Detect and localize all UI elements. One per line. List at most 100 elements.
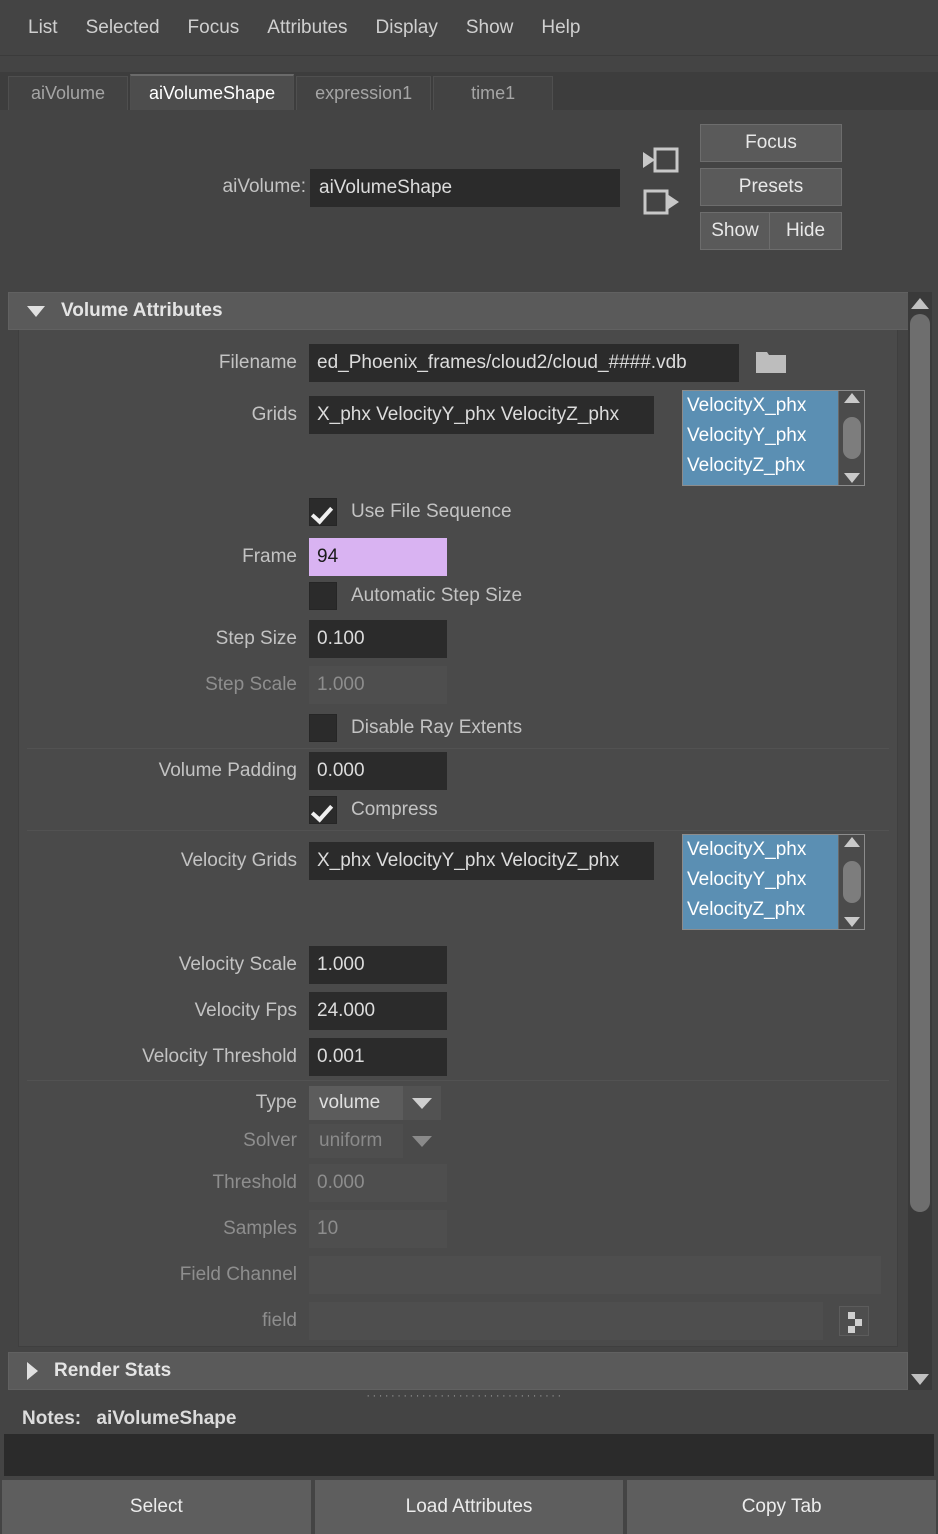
- step-scale-row: Step Scale: [19, 666, 447, 704]
- field-input: [309, 1302, 823, 1340]
- frame-input[interactable]: [309, 538, 447, 576]
- menu-item-selected[interactable]: Selected: [72, 13, 174, 43]
- solver-row: Solver uniform: [19, 1124, 441, 1158]
- step-size-input[interactable]: [309, 620, 447, 658]
- velocity-scale-input[interactable]: [309, 946, 447, 984]
- divider: [27, 748, 889, 749]
- velocity-grids-listbox[interactable]: VelocityX_phx VelocityY_phx VelocityZ_ph…: [682, 834, 865, 930]
- velocity-grids-input[interactable]: [309, 842, 654, 880]
- menu-item-focus[interactable]: Focus: [174, 13, 254, 43]
- threshold-row: Threshold: [19, 1164, 447, 1202]
- notes-label-text: Notes:: [22, 1408, 82, 1429]
- chevron-down-icon[interactable]: [403, 1086, 441, 1120]
- panel-splitter-handle[interactable]: ································: [305, 1392, 625, 1400]
- focus-button[interactable]: Focus: [700, 124, 842, 162]
- volume-padding-label: Volume Padding: [158, 760, 297, 781]
- tab-aivolume[interactable]: aiVolume: [8, 76, 128, 110]
- scroll-thumb[interactable]: [842, 417, 861, 459]
- scroll-down-icon[interactable]: [843, 473, 860, 483]
- copy-tab-button[interactable]: Copy Tab: [627, 1480, 937, 1534]
- menu-item-display[interactable]: Display: [362, 13, 452, 43]
- list-item[interactable]: VelocityY_phx: [683, 421, 838, 451]
- velocity-grids-list-scrollbar[interactable]: [838, 835, 864, 929]
- scroll-down-icon[interactable]: [908, 1368, 932, 1390]
- scroll-down-icon[interactable]: [843, 917, 860, 927]
- field-channel-row: Field Channel: [19, 1256, 881, 1294]
- field-channel-input: [309, 1256, 881, 1294]
- load-attributes-button[interactable]: Load Attributes: [314, 1480, 624, 1534]
- presets-button[interactable]: Presets: [700, 168, 842, 206]
- list-item[interactable]: VelocityX_phx: [683, 835, 838, 865]
- velocity-scale-row: Velocity Scale: [19, 946, 447, 984]
- show-button[interactable]: Show: [700, 212, 770, 250]
- tab-aivolumeshape[interactable]: aiVolumeShape: [130, 74, 295, 110]
- select-button[interactable]: Select: [2, 1480, 311, 1534]
- scrollbar-track[interactable]: [908, 314, 932, 1368]
- list-item[interactable]: VelocityX_phx: [683, 391, 838, 421]
- automatic-step-size-checkbox[interactable]: [309, 582, 337, 610]
- list-item[interactable]: VelocityZ_phx: [683, 895, 838, 925]
- node-name-input[interactable]: [310, 169, 620, 207]
- velocity-threshold-input[interactable]: [309, 1038, 447, 1076]
- render-stats-title: Render Stats: [54, 1360, 172, 1381]
- scroll-up-icon[interactable]: [843, 393, 860, 403]
- velocity-fps-input[interactable]: [309, 992, 447, 1030]
- tab-bar: aiVolume aiVolumeShape expression1 time1: [0, 72, 938, 110]
- volume-attributes-title: Volume Attributes: [61, 300, 223, 321]
- use-file-sequence-checkbox[interactable]: [309, 498, 337, 526]
- tab-time1[interactable]: time1: [433, 76, 554, 110]
- type-label: Type: [255, 1092, 297, 1113]
- scroll-up-icon[interactable]: [843, 837, 860, 847]
- frame-label: Frame: [242, 546, 297, 567]
- frame-row: Frame: [19, 538, 447, 576]
- solver-dropdown-value: uniform: [309, 1124, 403, 1158]
- velocity-scale-label: Velocity Scale: [178, 954, 297, 975]
- grids-list-scrollbar[interactable]: [838, 391, 864, 485]
- step-size-label: Step Size: [215, 628, 297, 649]
- step-scale-input: [309, 666, 447, 704]
- volume-attributes-section-header[interactable]: Volume Attributes: [8, 292, 910, 330]
- solver-dropdown: uniform: [309, 1124, 441, 1158]
- folder-icon[interactable]: [755, 348, 787, 379]
- threshold-input: [309, 1164, 447, 1202]
- field-row: field: [19, 1302, 869, 1340]
- disable-ray-extents-checkbox[interactable]: [309, 714, 337, 742]
- menu-item-show[interactable]: Show: [452, 13, 528, 43]
- tab-expression1[interactable]: expression1: [296, 76, 432, 110]
- volume-padding-input[interactable]: [309, 752, 447, 790]
- compress-checkbox[interactable]: [309, 796, 337, 824]
- disable-ray-extents-row: Disable Ray Extents: [19, 714, 522, 742]
- type-dropdown[interactable]: volume: [309, 1086, 441, 1120]
- filename-input[interactable]: [309, 344, 739, 382]
- menu-item-list[interactable]: List: [14, 13, 72, 43]
- render-stats-section-header[interactable]: Render Stats: [8, 1352, 908, 1390]
- velocity-grids-row: Velocity Grids: [19, 842, 654, 880]
- grids-listbox[interactable]: VelocityX_phx VelocityY_phx VelocityZ_ph…: [682, 390, 865, 486]
- velocity-fps-row: Velocity Fps: [19, 992, 447, 1030]
- checker-map-icon[interactable]: [839, 1306, 869, 1336]
- grids-row: Grids: [19, 396, 654, 434]
- input-connection-icon[interactable]: [641, 144, 681, 176]
- velocity-fps-label: Velocity Fps: [194, 1000, 297, 1021]
- scroll-thumb[interactable]: [842, 861, 861, 903]
- chevron-down-icon: [27, 305, 45, 317]
- notes-textarea[interactable]: [4, 1434, 934, 1476]
- hide-button[interactable]: Hide: [770, 212, 842, 250]
- grids-input[interactable]: [309, 396, 654, 434]
- node-type-label: aiVolume:: [222, 176, 306, 197]
- menu-item-help[interactable]: Help: [527, 13, 594, 43]
- filename-label: Filename: [218, 352, 297, 373]
- step-scale-label: Step Scale: [205, 674, 297, 695]
- attribute-editor-scrollbar[interactable]: [908, 292, 932, 1390]
- output-connection-icon[interactable]: [641, 186, 681, 218]
- step-size-row: Step Size: [19, 620, 447, 658]
- samples-row: Samples: [19, 1210, 447, 1248]
- list-item[interactable]: VelocityY_phx: [683, 865, 838, 895]
- show-hide-row: Show Hide: [700, 212, 842, 250]
- list-item[interactable]: VelocityZ_phx: [683, 451, 838, 481]
- scroll-up-icon[interactable]: [908, 292, 932, 314]
- menu-item-attributes[interactable]: Attributes: [253, 13, 361, 43]
- scrollbar-thumb[interactable]: [910, 314, 930, 1212]
- chevron-down-icon: [403, 1124, 441, 1158]
- notes-label: Notes: aiVolumeShape: [22, 1408, 237, 1430]
